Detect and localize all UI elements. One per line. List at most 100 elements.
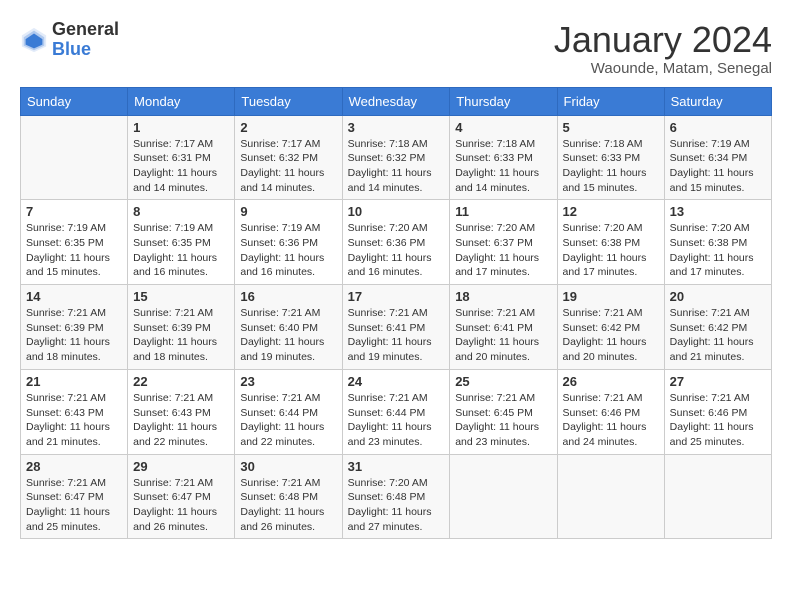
calendar-cell: 14 Sunrise: 7:21 AMSunset: 6:39 PMDaylig… bbox=[21, 285, 128, 370]
day-info: Sunrise: 7:18 AMSunset: 6:33 PMDaylight:… bbox=[455, 137, 551, 196]
location: Waounde, Matam, Senegal bbox=[554, 60, 772, 77]
day-number: 1 bbox=[133, 120, 229, 135]
calendar-header-row: Sunday Monday Tuesday Wednesday Thursday… bbox=[21, 87, 772, 115]
day-info: Sunrise: 7:18 AMSunset: 6:32 PMDaylight:… bbox=[348, 137, 445, 196]
calendar-cell: 4 Sunrise: 7:18 AMSunset: 6:33 PMDayligh… bbox=[450, 115, 557, 200]
header-friday: Friday bbox=[557, 87, 664, 115]
day-info: Sunrise: 7:21 AMSunset: 6:41 PMDaylight:… bbox=[455, 306, 551, 365]
calendar-cell: 11 Sunrise: 7:20 AMSunset: 6:37 PMDaylig… bbox=[450, 200, 557, 285]
calendar-cell: 19 Sunrise: 7:21 AMSunset: 6:42 PMDaylig… bbox=[557, 285, 664, 370]
day-info: Sunrise: 7:20 AMSunset: 6:36 PMDaylight:… bbox=[348, 221, 445, 280]
day-info: Sunrise: 7:21 AMSunset: 6:43 PMDaylight:… bbox=[26, 391, 122, 450]
calendar-cell: 24 Sunrise: 7:21 AMSunset: 6:44 PMDaylig… bbox=[342, 369, 450, 454]
calendar-cell: 1 Sunrise: 7:17 AMSunset: 6:31 PMDayligh… bbox=[128, 115, 235, 200]
calendar-cell: 17 Sunrise: 7:21 AMSunset: 6:41 PMDaylig… bbox=[342, 285, 450, 370]
calendar-cell: 15 Sunrise: 7:21 AMSunset: 6:39 PMDaylig… bbox=[128, 285, 235, 370]
logo: General Blue bbox=[20, 20, 119, 60]
calendar-week-row: 21 Sunrise: 7:21 AMSunset: 6:43 PMDaylig… bbox=[21, 369, 772, 454]
day-number: 4 bbox=[455, 120, 551, 135]
header-sunday: Sunday bbox=[21, 87, 128, 115]
title-block: January 2024 Waounde, Matam, Senegal bbox=[554, 20, 772, 77]
calendar-week-row: 14 Sunrise: 7:21 AMSunset: 6:39 PMDaylig… bbox=[21, 285, 772, 370]
day-info: Sunrise: 7:21 AMSunset: 6:44 PMDaylight:… bbox=[240, 391, 336, 450]
day-number: 16 bbox=[240, 289, 336, 304]
day-number: 7 bbox=[26, 204, 122, 219]
calendar-week-row: 7 Sunrise: 7:19 AMSunset: 6:35 PMDayligh… bbox=[21, 200, 772, 285]
day-info: Sunrise: 7:21 AMSunset: 6:42 PMDaylight:… bbox=[563, 306, 659, 365]
calendar-cell: 25 Sunrise: 7:21 AMSunset: 6:45 PMDaylig… bbox=[450, 369, 557, 454]
calendar-cell: 21 Sunrise: 7:21 AMSunset: 6:43 PMDaylig… bbox=[21, 369, 128, 454]
day-info: Sunrise: 7:21 AMSunset: 6:40 PMDaylight:… bbox=[240, 306, 336, 365]
day-info: Sunrise: 7:21 AMSunset: 6:42 PMDaylight:… bbox=[670, 306, 766, 365]
day-info: Sunrise: 7:21 AMSunset: 6:46 PMDaylight:… bbox=[563, 391, 659, 450]
day-info: Sunrise: 7:21 AMSunset: 6:47 PMDaylight:… bbox=[133, 476, 229, 535]
day-info: Sunrise: 7:20 AMSunset: 6:48 PMDaylight:… bbox=[348, 476, 445, 535]
day-info: Sunrise: 7:21 AMSunset: 6:46 PMDaylight:… bbox=[670, 391, 766, 450]
calendar-cell: 20 Sunrise: 7:21 AMSunset: 6:42 PMDaylig… bbox=[664, 285, 771, 370]
calendar-cell: 18 Sunrise: 7:21 AMSunset: 6:41 PMDaylig… bbox=[450, 285, 557, 370]
day-number: 23 bbox=[240, 374, 336, 389]
day-number: 25 bbox=[455, 374, 551, 389]
calendar-week-row: 1 Sunrise: 7:17 AMSunset: 6:31 PMDayligh… bbox=[21, 115, 772, 200]
calendar-cell: 3 Sunrise: 7:18 AMSunset: 6:32 PMDayligh… bbox=[342, 115, 450, 200]
header-saturday: Saturday bbox=[664, 87, 771, 115]
calendar-cell: 8 Sunrise: 7:19 AMSunset: 6:35 PMDayligh… bbox=[128, 200, 235, 285]
day-number: 6 bbox=[670, 120, 766, 135]
day-info: Sunrise: 7:21 AMSunset: 6:47 PMDaylight:… bbox=[26, 476, 122, 535]
day-info: Sunrise: 7:17 AMSunset: 6:31 PMDaylight:… bbox=[133, 137, 229, 196]
day-info: Sunrise: 7:18 AMSunset: 6:33 PMDaylight:… bbox=[563, 137, 659, 196]
calendar-cell: 12 Sunrise: 7:20 AMSunset: 6:38 PMDaylig… bbox=[557, 200, 664, 285]
day-number: 8 bbox=[133, 204, 229, 219]
day-number: 30 bbox=[240, 459, 336, 474]
day-info: Sunrise: 7:19 AMSunset: 6:35 PMDaylight:… bbox=[26, 221, 122, 280]
day-number: 21 bbox=[26, 374, 122, 389]
calendar-cell: 6 Sunrise: 7:19 AMSunset: 6:34 PMDayligh… bbox=[664, 115, 771, 200]
day-number: 13 bbox=[670, 204, 766, 219]
calendar-cell: 27 Sunrise: 7:21 AMSunset: 6:46 PMDaylig… bbox=[664, 369, 771, 454]
day-number: 18 bbox=[455, 289, 551, 304]
day-number: 27 bbox=[670, 374, 766, 389]
calendar-week-row: 28 Sunrise: 7:21 AMSunset: 6:47 PMDaylig… bbox=[21, 454, 772, 539]
day-number: 24 bbox=[348, 374, 445, 389]
calendar-cell bbox=[664, 454, 771, 539]
day-number: 15 bbox=[133, 289, 229, 304]
logo-text: General Blue bbox=[52, 20, 119, 60]
calendar-cell bbox=[450, 454, 557, 539]
day-info: Sunrise: 7:21 AMSunset: 6:39 PMDaylight:… bbox=[133, 306, 229, 365]
calendar-cell: 16 Sunrise: 7:21 AMSunset: 6:40 PMDaylig… bbox=[235, 285, 342, 370]
calendar-cell: 2 Sunrise: 7:17 AMSunset: 6:32 PMDayligh… bbox=[235, 115, 342, 200]
logo-icon bbox=[20, 26, 48, 54]
calendar-table: Sunday Monday Tuesday Wednesday Thursday… bbox=[20, 87, 772, 540]
calendar-cell: 9 Sunrise: 7:19 AMSunset: 6:36 PMDayligh… bbox=[235, 200, 342, 285]
day-number: 10 bbox=[348, 204, 445, 219]
calendar-cell: 31 Sunrise: 7:20 AMSunset: 6:48 PMDaylig… bbox=[342, 454, 450, 539]
day-info: Sunrise: 7:20 AMSunset: 6:37 PMDaylight:… bbox=[455, 221, 551, 280]
calendar-cell: 26 Sunrise: 7:21 AMSunset: 6:46 PMDaylig… bbox=[557, 369, 664, 454]
day-number: 3 bbox=[348, 120, 445, 135]
header-tuesday: Tuesday bbox=[235, 87, 342, 115]
calendar-cell: 29 Sunrise: 7:21 AMSunset: 6:47 PMDaylig… bbox=[128, 454, 235, 539]
day-info: Sunrise: 7:17 AMSunset: 6:32 PMDaylight:… bbox=[240, 137, 336, 196]
day-info: Sunrise: 7:21 AMSunset: 6:43 PMDaylight:… bbox=[133, 391, 229, 450]
day-info: Sunrise: 7:20 AMSunset: 6:38 PMDaylight:… bbox=[670, 221, 766, 280]
day-info: Sunrise: 7:19 AMSunset: 6:36 PMDaylight:… bbox=[240, 221, 336, 280]
day-number: 28 bbox=[26, 459, 122, 474]
day-number: 17 bbox=[348, 289, 445, 304]
day-info: Sunrise: 7:21 AMSunset: 6:45 PMDaylight:… bbox=[455, 391, 551, 450]
calendar-cell: 5 Sunrise: 7:18 AMSunset: 6:33 PMDayligh… bbox=[557, 115, 664, 200]
day-number: 11 bbox=[455, 204, 551, 219]
header-wednesday: Wednesday bbox=[342, 87, 450, 115]
calendar-cell: 7 Sunrise: 7:19 AMSunset: 6:35 PMDayligh… bbox=[21, 200, 128, 285]
calendar-cell bbox=[557, 454, 664, 539]
day-info: Sunrise: 7:19 AMSunset: 6:34 PMDaylight:… bbox=[670, 137, 766, 196]
month-title: January 2024 bbox=[554, 20, 772, 60]
calendar-cell: 10 Sunrise: 7:20 AMSunset: 6:36 PMDaylig… bbox=[342, 200, 450, 285]
calendar-cell: 30 Sunrise: 7:21 AMSunset: 6:48 PMDaylig… bbox=[235, 454, 342, 539]
day-number: 29 bbox=[133, 459, 229, 474]
page-header: General Blue January 2024 Waounde, Matam… bbox=[20, 20, 772, 77]
day-number: 12 bbox=[563, 204, 659, 219]
calendar-cell bbox=[21, 115, 128, 200]
day-number: 31 bbox=[348, 459, 445, 474]
day-number: 14 bbox=[26, 289, 122, 304]
day-info: Sunrise: 7:21 AMSunset: 6:41 PMDaylight:… bbox=[348, 306, 445, 365]
